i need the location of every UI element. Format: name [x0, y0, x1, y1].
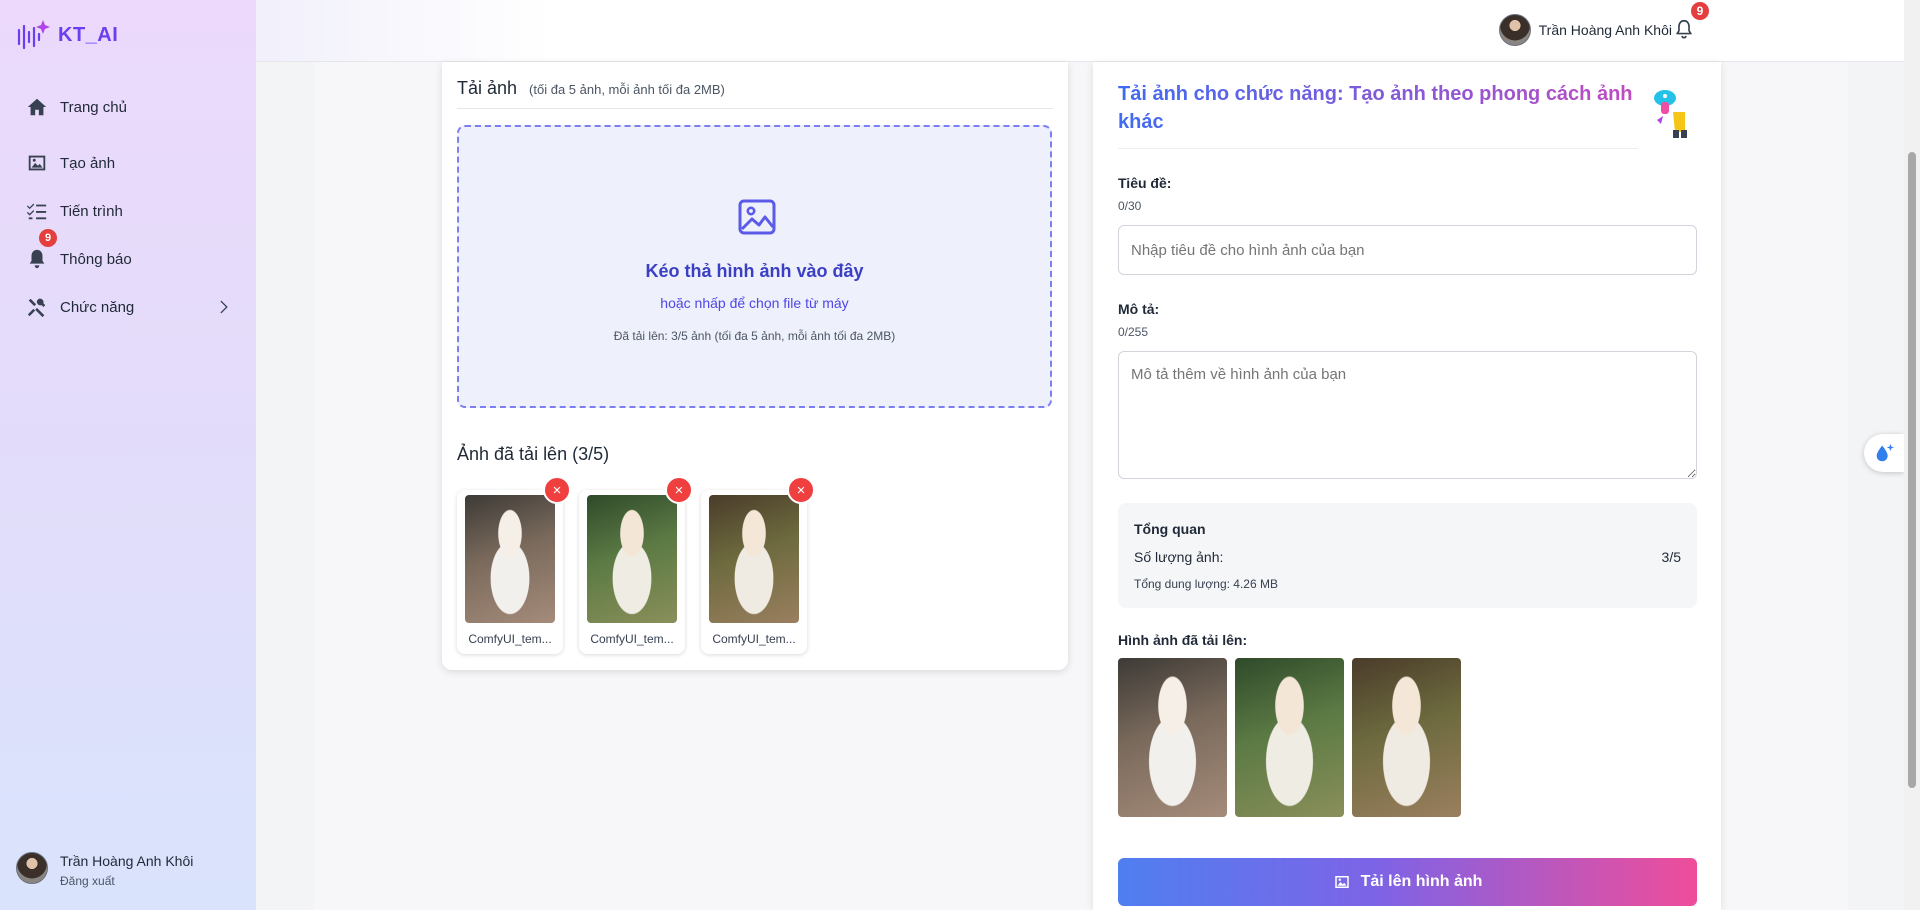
mascot-icon [1654, 90, 1687, 138]
title-char-count: 0/30 [1118, 199, 1142, 213]
thumbnail-image [465, 495, 555, 623]
title-label: Tiêu đề: [1118, 175, 1172, 191]
notification-count-badge: 9 [1689, 0, 1711, 22]
uploaded-images-title: Ảnh đã tải lên (3/5) [457, 444, 610, 464]
upload-form-panel: Tải ảnh cho chức năng: Tạo ảnh theo phon… [1093, 62, 1721, 910]
uploaded-thumbnail: ComfyUI_tem... × [457, 476, 571, 654]
remove-image-button[interactable]: × [787, 476, 815, 504]
remove-image-button[interactable]: × [665, 476, 693, 504]
thumbnail-image [709, 495, 799, 623]
upload-panel: Tải ảnh (tối đa 5 ảnh, mỗi ảnh tối đa 2M… [442, 62, 1068, 670]
upload-heading: Tải ảnh [457, 78, 518, 98]
header-user-name: Trần Hoàng Anh Khôi [1538, 22, 1672, 38]
image-count-value: 3/5 [1661, 549, 1681, 565]
notification-badge: 9 [39, 229, 57, 247]
preview-images [1118, 658, 1461, 817]
upload-images-button[interactable]: Tải lên hình ảnh [1118, 858, 1697, 906]
remove-image-button[interactable]: × [543, 476, 571, 504]
overview-title: Tổng quan [1134, 521, 1206, 537]
sidebar-user: Trần Hoàng Anh Khôi Đăng xuất [16, 852, 193, 888]
notifications-button[interactable]: 9 [1673, 0, 1711, 42]
sidebar-item-notifications[interactable]: 9 Thông báo [26, 229, 236, 276]
total-size: Tổng dung lượng: 4.26 MB [1134, 577, 1278, 591]
divider [1118, 148, 1638, 149]
uploaded-thumbnail: ComfyUI_tem... × [701, 476, 815, 654]
thumbnail-filename: ComfyUI_tem... [590, 632, 674, 646]
preview-title: Hình ảnh đã tải lên: [1118, 632, 1248, 648]
sidebar-item-label: Chức năng [60, 298, 135, 316]
sidebar-item-progress[interactable]: Tiến trình [26, 194, 236, 228]
logo-icon [17, 20, 50, 50]
sidebar-item-create-image[interactable]: Tạo ảnh [26, 146, 236, 180]
floating-assistant-button[interactable] [1864, 434, 1904, 472]
thumbnail-filename: ComfyUI_tem... [468, 632, 552, 646]
image-count-row: Số lượng ảnh: 3/5 [1134, 549, 1681, 565]
sidebar-item-features[interactable]: Chức năng [26, 290, 236, 324]
dropzone-status: Đã tải lên: 3/5 ảnh (tối đa 5 ảnh, mỗi ả… [613, 329, 896, 343]
dropzone-title: Kéo thả hình ảnh vào đây [645, 261, 864, 281]
logo-text: KT_AI [58, 23, 119, 46]
page-scrollbar[interactable] [1904, 0, 1920, 910]
image-dropzone[interactable]: Kéo thả hình ảnh vào đây hoặc nhấp để ch… [457, 125, 1052, 408]
bell-icon [29, 249, 45, 269]
divider [457, 108, 1053, 109]
avatar[interactable] [1498, 14, 1531, 46]
sidebar-user-name: Trần Hoàng Anh Khôi [60, 853, 194, 869]
preview-image [1235, 658, 1344, 817]
thumbnail-filename: ComfyUI_tem... [712, 632, 796, 646]
uploaded-thumbnail: ComfyUI_tem... × [579, 476, 693, 654]
upload-title: Tải ảnh (tối đa 5 ảnh, mỗi ảnh tối đa 2M… [457, 78, 725, 99]
image-count-label: Số lượng ảnh: [1134, 549, 1224, 565]
form-title: Tải ảnh cho chức năng: Tạo ảnh theo phon… [1118, 80, 1638, 136]
preview-image [1352, 658, 1461, 817]
chevron-right-icon [220, 300, 228, 314]
tools-icon [27, 298, 46, 318]
scrollbar-thumb[interactable] [1908, 152, 1916, 788]
upload-images-label: Tải lên hình ảnh [1360, 873, 1483, 890]
description-textarea[interactable] [1118, 351, 1697, 479]
description-label: Mô tả: [1118, 301, 1160, 317]
image-icon [738, 199, 776, 235]
preview-image [1118, 658, 1227, 817]
upload-subtitle: (tối đa 5 ảnh, mỗi ảnh tối đa 2MB) [529, 82, 725, 97]
droplet-sparkle-icon [1876, 443, 1895, 462]
top-header: Trần Hoàng Anh Khôi 9 [256, 0, 1904, 62]
logout-link[interactable]: Đăng xuất [60, 874, 193, 888]
sidebar-item-label: Tiến trình [60, 202, 123, 220]
thumbnail-image [587, 495, 677, 623]
bell-icon [1676, 19, 1692, 39]
description-char-count: 0/255 [1118, 325, 1149, 339]
overview-box: Tổng quan Số lượng ảnh: 3/5 Tổng dung lư… [1118, 503, 1697, 608]
sidebar-item-home[interactable]: Trang chủ [26, 90, 236, 124]
sidebar: KT_AI Trang chủ Tạo ảnh Tiến trình 9 Thô… [0, 0, 256, 910]
image-icon [1334, 876, 1349, 888]
logo[interactable]: KT_AI [16, 18, 118, 52]
avatar[interactable] [16, 852, 48, 884]
home-icon [27, 98, 47, 116]
sidebar-item-label: Thông báo [60, 250, 132, 268]
sidebar-item-label: Trang chủ [60, 98, 127, 116]
dropzone-hint: hoặc nhấp để chọn file từ máy [660, 295, 849, 311]
title-input[interactable] [1118, 225, 1697, 275]
image-icon [28, 155, 46, 171]
sidebar-item-label: Tạo ảnh [60, 154, 116, 172]
tasks-icon [26, 203, 47, 220]
header-user[interactable]: Trần Hoàng Anh Khôi [1498, 14, 1672, 46]
